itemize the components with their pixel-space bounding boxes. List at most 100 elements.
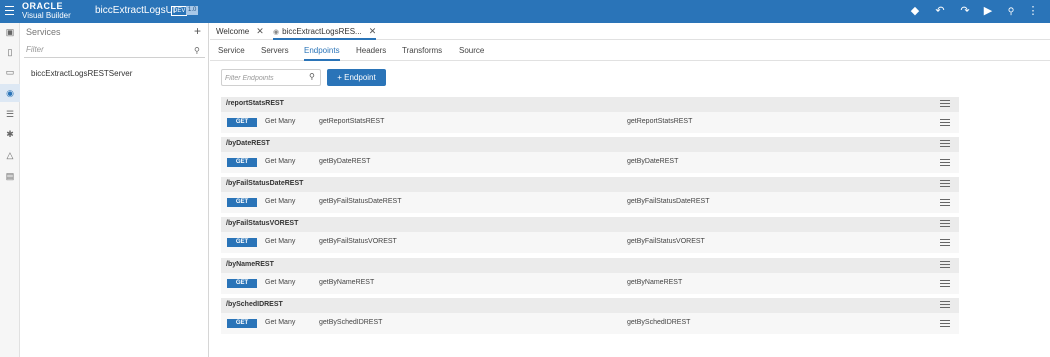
endpoint-path: /byDateREST xyxy=(226,140,270,147)
env-badge: DEV xyxy=(171,6,188,16)
tab-endpoints[interactable]: Endpoints xyxy=(304,46,340,61)
services-filter-input[interactable] xyxy=(24,42,205,58)
endpoint-group-header[interactable]: /reportStatsREST xyxy=(221,97,959,112)
endpoint-description: Get Many xyxy=(265,118,296,125)
web-apps-icon[interactable]: ▣ xyxy=(0,23,20,41)
tab-welcome[interactable]: Welcome ✕ xyxy=(216,25,264,40)
endpoint-group-header[interactable]: /bySchedIDREST xyxy=(221,298,959,313)
business-objects-icon[interactable]: ☰ xyxy=(0,105,20,123)
tab-servers[interactable]: Servers xyxy=(261,46,289,61)
endpoint-path: /reportStatsREST xyxy=(226,100,284,107)
group-menu-icon[interactable] xyxy=(940,261,950,269)
components-icon[interactable]: ✱ xyxy=(0,125,20,143)
endpoint-path: /byNameREST xyxy=(226,261,274,268)
row-menu-icon[interactable] xyxy=(940,280,950,288)
endpoint-group: /byNameREST GET Get Many getByNameREST g… xyxy=(221,258,959,294)
endpoint-row[interactable]: GET Get Many getByDateREST getByDateREST xyxy=(221,152,959,173)
endpoint-id: getByFailStatusDateREST xyxy=(319,198,402,205)
diamond-icon[interactable]: ◆ xyxy=(908,4,922,18)
endpoint-group-header[interactable]: /byDateREST xyxy=(221,137,959,152)
tab-transforms[interactable]: Transforms xyxy=(402,46,442,61)
endpoint-name: getByFailStatusDateREST xyxy=(627,198,710,205)
method-badge: GET xyxy=(227,279,257,288)
endpoint-row[interactable]: GET Get Many getReportStatsREST getRepor… xyxy=(221,112,959,133)
desktop-icon[interactable]: ▭ xyxy=(0,63,20,81)
endpoint-name: getBySchedIDREST xyxy=(627,319,691,326)
services-title: Services xyxy=(26,27,61,37)
source-icon[interactable]: ▤ xyxy=(0,167,20,185)
add-service-button[interactable]: + xyxy=(194,24,201,38)
endpoint-path: /byFailStatusVOREST xyxy=(226,220,299,227)
endpoint-id: getByFailStatusVOREST xyxy=(319,238,397,245)
tab-service[interactable]: Service xyxy=(218,46,245,61)
endpoint-group: /byFailStatusVOREST GET Get Many getByFa… xyxy=(221,217,959,253)
endpoint-group: /reportStatsREST GET Get Many getReportS… xyxy=(221,97,959,133)
service-item[interactable]: biccExtractLogsRESTServer xyxy=(31,69,132,78)
services-icon[interactable]: ◉ xyxy=(0,84,20,102)
top-bar: ORACLE Visual Builder biccExtractLogsUI … xyxy=(0,0,1050,23)
endpoint-row[interactable]: GET Get Many getByFailStatusDateREST get… xyxy=(221,192,959,213)
app-name[interactable]: biccExtractLogsUI xyxy=(95,5,176,16)
endpoint-filter: ⚲ xyxy=(221,69,321,86)
run-icon[interactable]: ▶ xyxy=(981,4,995,18)
row-menu-icon[interactable] xyxy=(940,199,950,207)
more-icon[interactable]: ⋮ xyxy=(1026,4,1040,18)
hamburger-menu-icon[interactable] xyxy=(5,6,14,15)
group-menu-icon[interactable] xyxy=(940,140,950,148)
search-icon[interactable]: ⚲ xyxy=(309,72,315,81)
close-icon[interactable]: ✕ xyxy=(369,26,377,36)
endpoint-id: getByNameREST xyxy=(319,279,375,286)
document-tabs: Welcome ✕ ◉ biccExtractLogsRES... ✕ xyxy=(210,23,1050,40)
service-icon: ◉ xyxy=(273,29,280,36)
oracle-logo: ORACLE Visual Builder xyxy=(22,2,71,21)
endpoint-group: /byDateREST GET Get Many getByDateREST g… xyxy=(221,137,959,173)
method-badge: GET xyxy=(227,319,257,328)
endpoint-row[interactable]: GET Get Many getByFailStatusVOREST getBy… xyxy=(221,232,959,253)
endpoint-row[interactable]: GET Get Many getBySchedIDREST getBySched… xyxy=(221,313,959,334)
endpoint-row[interactable]: GET Get Many getByNameREST getByNameREST xyxy=(221,273,959,294)
search-icon[interactable]: ⚲ xyxy=(1004,4,1018,18)
brand-product: Visual Builder xyxy=(22,11,71,20)
endpoint-id: getByDateREST xyxy=(319,158,371,165)
endpoint-group-header[interactable]: /byFailStatusDateREST xyxy=(221,177,959,192)
method-badge: GET xyxy=(227,198,257,207)
endpoint-group: /byFailStatusDateREST GET Get Many getBy… xyxy=(221,177,959,213)
endpoint-description: Get Many xyxy=(265,238,296,245)
endpoint-name: getByFailStatusVOREST xyxy=(627,238,705,245)
mobile-apps-icon[interactable]: ▯ xyxy=(0,43,20,61)
row-menu-icon[interactable] xyxy=(940,239,950,247)
undo-icon[interactable]: ↶ xyxy=(933,4,947,18)
filter-search-icon: ⚲ xyxy=(194,46,200,55)
endpoint-name: getByNameREST xyxy=(627,279,683,286)
left-rail: ▣ ▯ ▭ ◉ ☰ ✱ △ ▤ xyxy=(0,23,20,357)
endpoint-id: getReportStatsREST xyxy=(319,118,385,125)
redo-icon[interactable]: ↷ xyxy=(958,4,972,18)
row-menu-icon[interactable] xyxy=(940,320,950,328)
processes-icon[interactable]: △ xyxy=(0,146,20,164)
group-menu-icon[interactable] xyxy=(940,100,950,108)
group-menu-icon[interactable] xyxy=(940,220,950,228)
endpoint-group-header[interactable]: /byFailStatusVOREST xyxy=(221,217,959,232)
row-menu-icon[interactable] xyxy=(940,159,950,167)
endpoint-description: Get Many xyxy=(265,158,296,165)
group-menu-icon[interactable] xyxy=(940,180,950,188)
endpoint-name: getByDateREST xyxy=(627,158,679,165)
endpoint-description: Get Many xyxy=(265,319,296,326)
endpoint-group-header[interactable]: /byNameREST xyxy=(221,258,959,273)
tab-label: biccExtractLogsRES... xyxy=(282,27,362,36)
tab-headers[interactable]: Headers xyxy=(356,46,386,61)
close-icon[interactable]: ✕ xyxy=(256,26,264,36)
tab-service-editor[interactable]: ◉ biccExtractLogsRES... ✕ xyxy=(273,25,377,40)
add-endpoint-button[interactable]: + Endpoint xyxy=(327,69,386,86)
tab-label: Welcome xyxy=(216,27,250,36)
version-badge: 1.0 xyxy=(186,6,199,15)
services-panel: Services + ⚲ biccExtractLogsRESTServer xyxy=(20,23,209,357)
method-badge: GET xyxy=(227,118,257,127)
endpoint-filter-input[interactable] xyxy=(225,72,305,84)
group-menu-icon[interactable] xyxy=(940,301,950,309)
tab-source[interactable]: Source xyxy=(459,46,484,61)
row-menu-icon[interactable] xyxy=(940,119,950,127)
endpoint-name: getReportStatsREST xyxy=(627,118,693,125)
endpoint-id: getBySchedIDREST xyxy=(319,319,383,326)
endpoint-description: Get Many xyxy=(265,198,296,205)
